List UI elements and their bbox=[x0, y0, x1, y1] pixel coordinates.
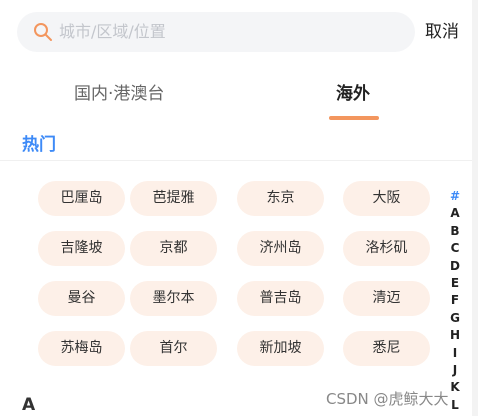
index-letter[interactable]: B bbox=[447, 223, 463, 240]
active-tab-indicator bbox=[329, 116, 379, 120]
city-chip[interactable]: 芭提雅 bbox=[130, 181, 217, 216]
city-chip[interactable]: 京都 bbox=[130, 231, 217, 266]
city-chip[interactable]: 吉隆坡 bbox=[38, 231, 125, 266]
search-icon bbox=[34, 23, 52, 41]
city-chip[interactable]: 普吉岛 bbox=[237, 281, 324, 316]
section-a-title: A bbox=[22, 395, 36, 415]
city-chip[interactable]: 苏梅岛 bbox=[38, 331, 125, 366]
index-letter[interactable]: E bbox=[447, 275, 463, 292]
index-letter[interactable]: A bbox=[447, 205, 463, 222]
city-chip[interactable]: 东京 bbox=[237, 181, 324, 216]
city-chip[interactable]: 巴厘岛 bbox=[38, 181, 125, 216]
alphabet-index[interactable]: # A B C D E F G H I J K L bbox=[447, 188, 463, 414]
tab-overseas[interactable]: 海外 bbox=[336, 78, 370, 110]
index-letter[interactable]: G bbox=[447, 310, 463, 327]
index-letter[interactable]: D bbox=[447, 258, 463, 275]
watermark: CSDN @虎鲸大大 bbox=[326, 390, 449, 408]
index-letter[interactable]: H bbox=[447, 327, 463, 344]
city-chip[interactable]: 新加坡 bbox=[237, 331, 324, 366]
index-letter[interactable]: # bbox=[447, 188, 463, 205]
city-chip[interactable]: 悉尼 bbox=[343, 331, 430, 366]
city-chip[interactable]: 墨尔本 bbox=[130, 281, 217, 316]
cancel-button[interactable]: 取消 bbox=[425, 12, 459, 52]
city-chip[interactable]: 济州岛 bbox=[237, 231, 324, 266]
city-chip[interactable]: 清迈 bbox=[343, 281, 430, 316]
scrollbar[interactable] bbox=[472, 0, 478, 416]
city-chip[interactable]: 大阪 bbox=[343, 181, 430, 216]
search-bar[interactable]: 城市/区域/位置 bbox=[17, 12, 415, 52]
index-letter[interactable]: J bbox=[447, 362, 463, 379]
search-input[interactable]: 城市/区域/位置 bbox=[59, 12, 166, 52]
tab-domestic[interactable]: 国内·港澳台 bbox=[74, 78, 164, 110]
divider bbox=[0, 160, 472, 161]
index-letter[interactable]: C bbox=[447, 240, 463, 257]
index-letter[interactable]: K bbox=[447, 379, 463, 396]
index-letter[interactable]: L bbox=[447, 397, 463, 414]
city-chip[interactable]: 洛杉矶 bbox=[343, 231, 430, 266]
index-letter[interactable]: I bbox=[447, 345, 463, 362]
city-chip[interactable]: 曼谷 bbox=[38, 281, 125, 316]
city-chip[interactable]: 首尔 bbox=[130, 331, 217, 366]
index-letter[interactable]: F bbox=[447, 292, 463, 309]
hot-section-title: 热门 bbox=[22, 135, 56, 155]
